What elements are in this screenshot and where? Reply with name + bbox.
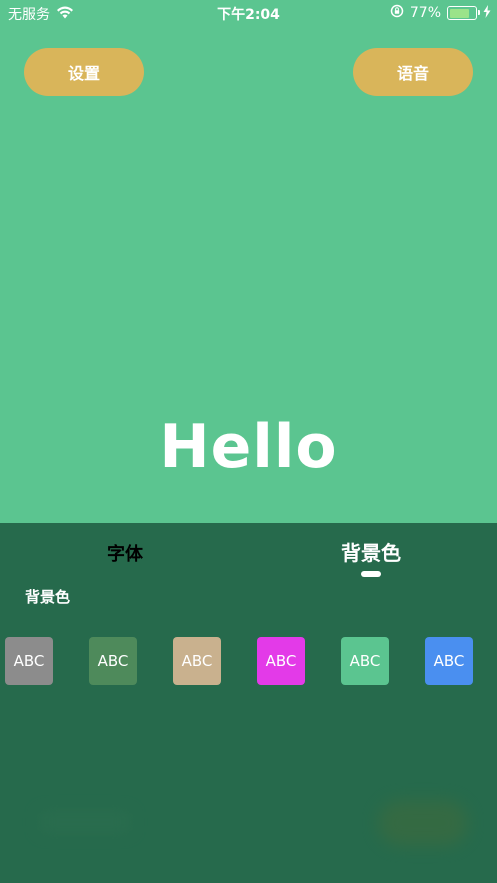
status-right: 77%: [390, 4, 491, 22]
display-text: Hello: [159, 412, 338, 482]
tab-indicator: [361, 571, 381, 577]
status-bar: 无服务 下午2:04 77%: [0, 0, 497, 26]
battery-icon: [447, 6, 480, 20]
section-label: 背景色: [25, 588, 71, 606]
rotation-lock-icon: [390, 4, 404, 22]
battery-percent: 77%: [409, 5, 441, 21]
blurred-button: [378, 800, 468, 846]
color-swatch-tan[interactable]: ABC: [173, 637, 221, 685]
blurred-text: [40, 812, 130, 832]
blurred-background: [0, 720, 497, 883]
charging-bolt-icon: [483, 4, 491, 22]
battery-fill: [449, 8, 469, 18]
settings-button[interactable]: 设置: [24, 48, 144, 96]
color-swatch-green[interactable]: ABC: [341, 637, 389, 685]
color-swatch-gray[interactable]: ABC: [5, 637, 53, 685]
voice-button[interactable]: 语音: [353, 48, 473, 96]
tab-background-color[interactable]: 背景色: [248, 537, 494, 566]
color-swatch-dark-green[interactable]: ABC: [89, 637, 137, 685]
tab-font[interactable]: 字体: [0, 540, 250, 566]
color-swatch-blue[interactable]: ABC: [425, 637, 473, 685]
color-swatches: ABC ABC ABC ABC ABC ABC: [0, 637, 497, 685]
color-swatch-magenta[interactable]: ABC: [257, 637, 305, 685]
